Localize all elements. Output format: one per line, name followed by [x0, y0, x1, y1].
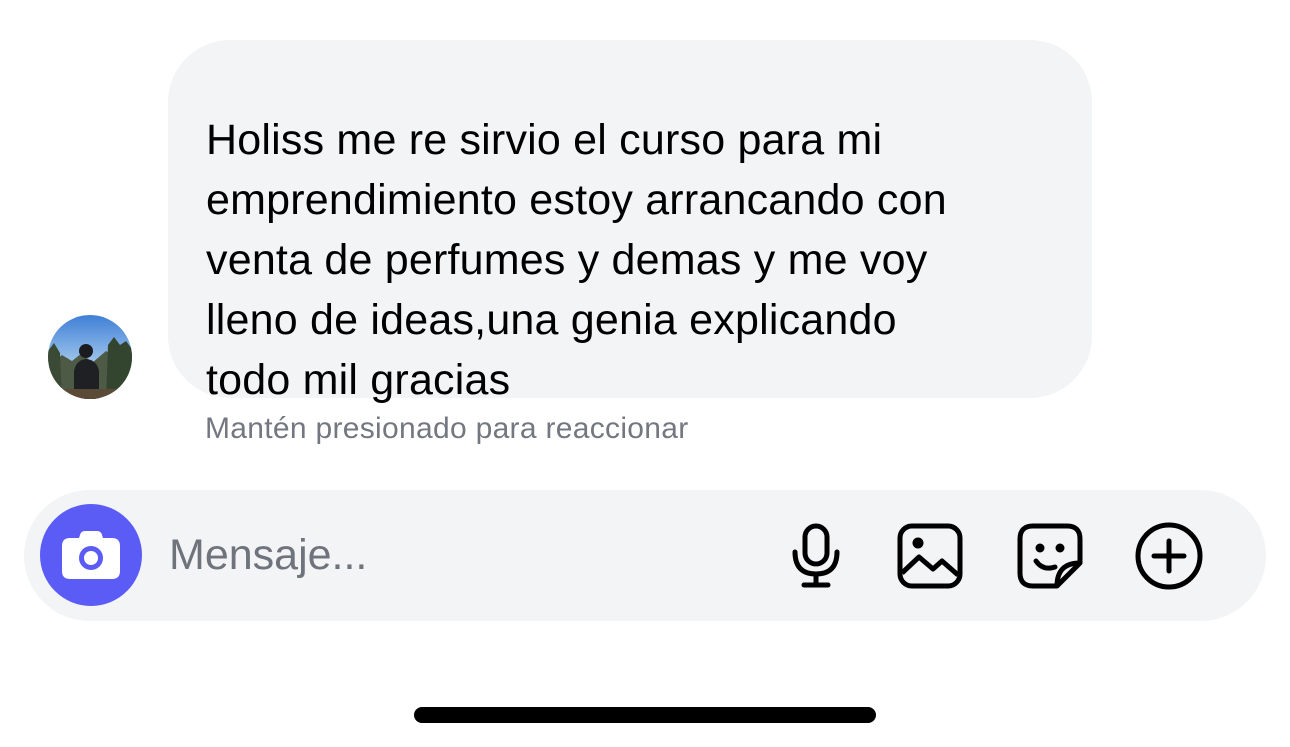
microphone-button[interactable]	[780, 520, 852, 592]
plus-icon	[1135, 522, 1203, 590]
avatar[interactable]	[48, 315, 132, 399]
microphone-icon	[792, 523, 840, 588]
sticker-icon	[1017, 523, 1083, 589]
camera-icon	[62, 531, 120, 579]
avatar-photo	[48, 315, 132, 399]
gallery-icon	[897, 523, 963, 589]
more-button[interactable]	[1133, 520, 1205, 592]
gallery-button[interactable]	[894, 520, 966, 592]
message-text: Holiss me re sirvio el curso para mi emp…	[206, 116, 947, 404]
home-indicator[interactable]	[414, 707, 876, 723]
sticker-button[interactable]	[1014, 520, 1086, 592]
camera-button[interactable]	[40, 504, 142, 606]
message-composer	[24, 490, 1266, 621]
chat-screen: Holiss me re sirvio el curso para mi emp…	[0, 0, 1290, 747]
message-bubble[interactable]: Holiss me re sirvio el curso para mi emp…	[168, 40, 1092, 404]
message-input[interactable]	[169, 522, 729, 588]
reaction-hint: Mantén presionado para reaccionar	[205, 412, 689, 445]
